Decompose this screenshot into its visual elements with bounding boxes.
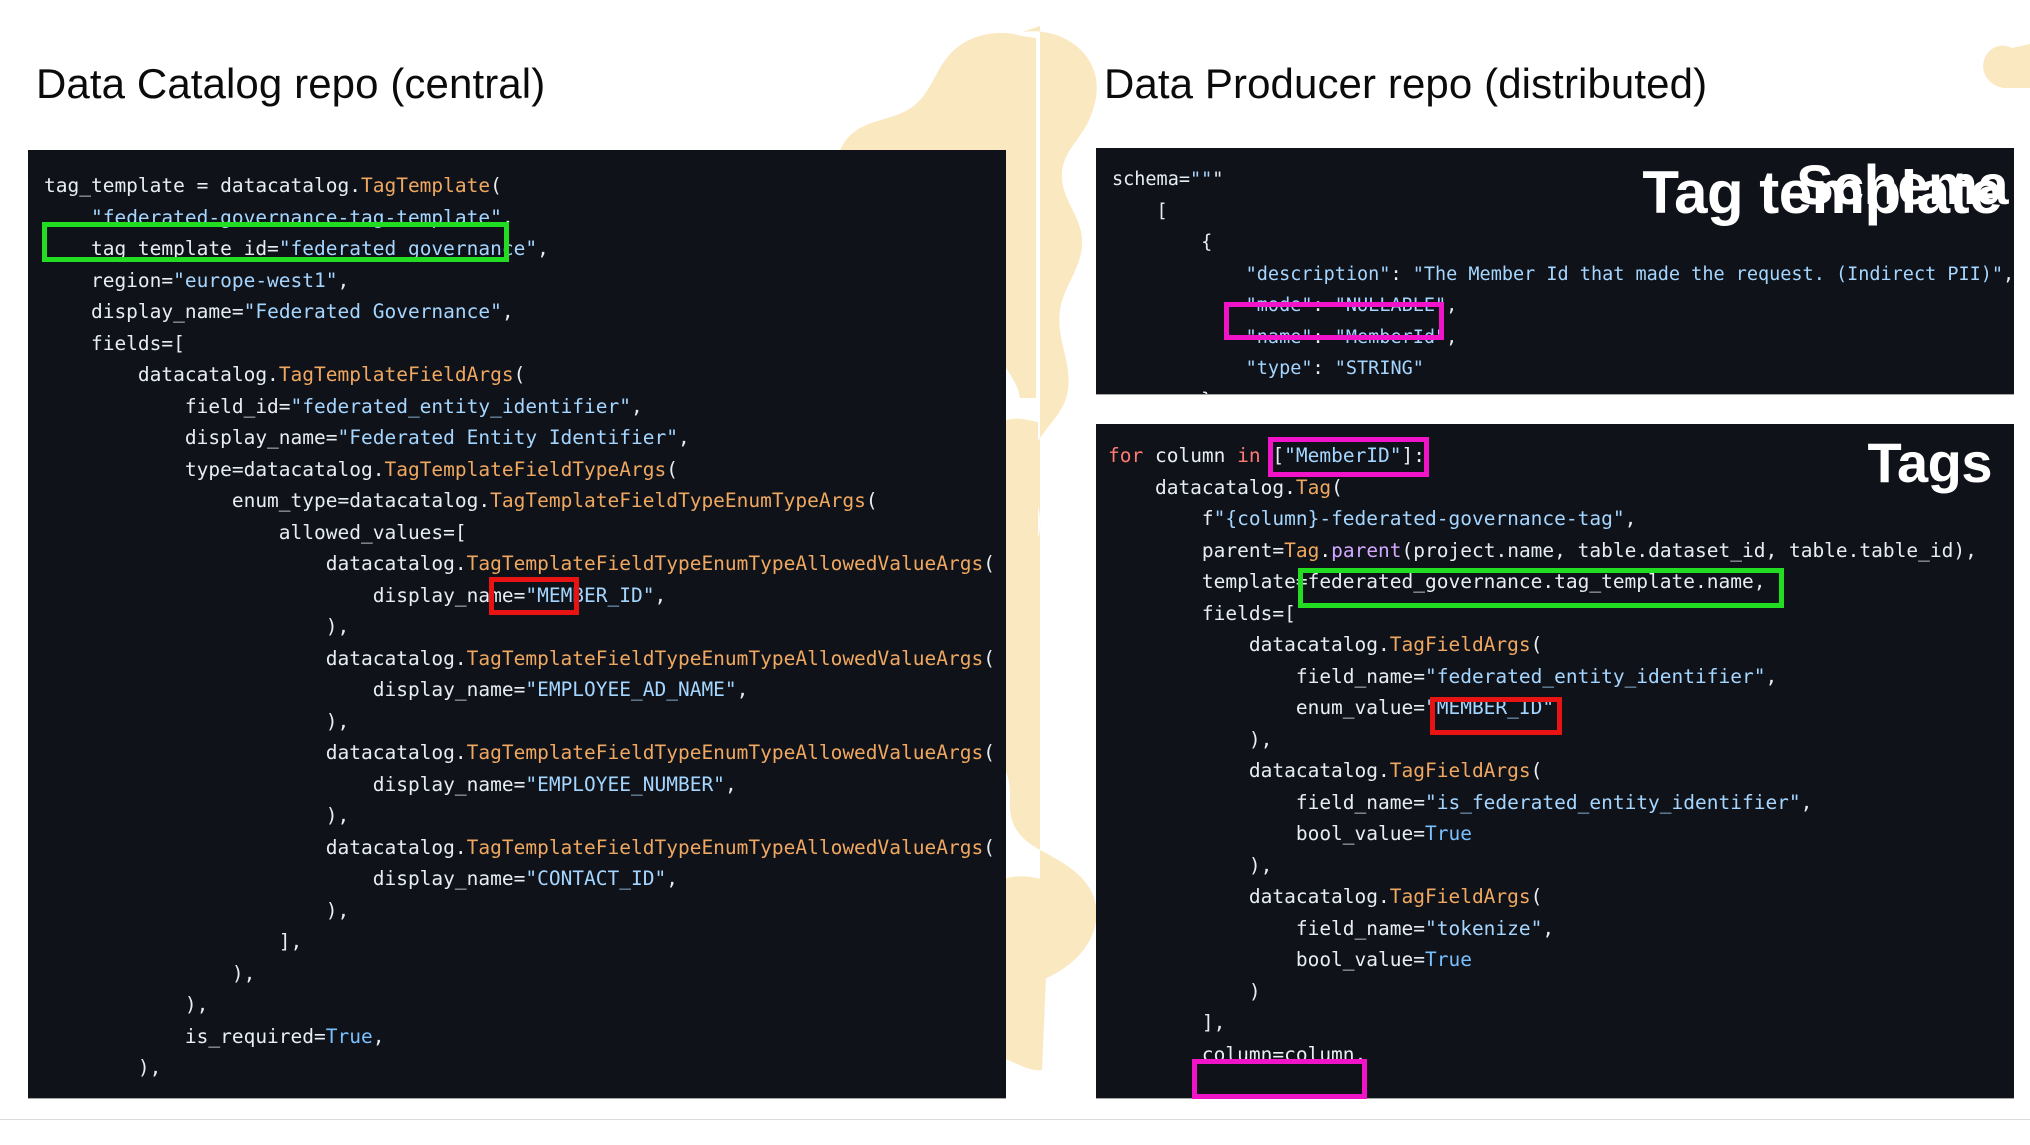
code-block-tags: for column in ["MemberID"]: datacatalog.… (1108, 444, 1977, 1066)
code-card-tag-template: tag_template = datacatalog.TagTemplate( … (28, 150, 1006, 1098)
blob-shape-far-right-edge (1983, 44, 2030, 88)
code-block-tag-template: tag_template = datacatalog.TagTemplate( … (44, 174, 995, 1079)
heading-data-catalog-repo: Data Catalog repo (central) (36, 60, 546, 107)
footer-divider (0, 1119, 2030, 1120)
card-title-tags: Tags (1867, 431, 1992, 494)
heading-data-producer-repo: Data Producer repo (distributed) (1104, 60, 1708, 107)
card-title-schema: Schema (1796, 153, 2008, 216)
code-card-tags: Tags for column in ["MemberID"]: datacat… (1096, 424, 2014, 1098)
slide-canvas: Data Catalog repo (central) Data Produce… (0, 0, 2030, 1140)
